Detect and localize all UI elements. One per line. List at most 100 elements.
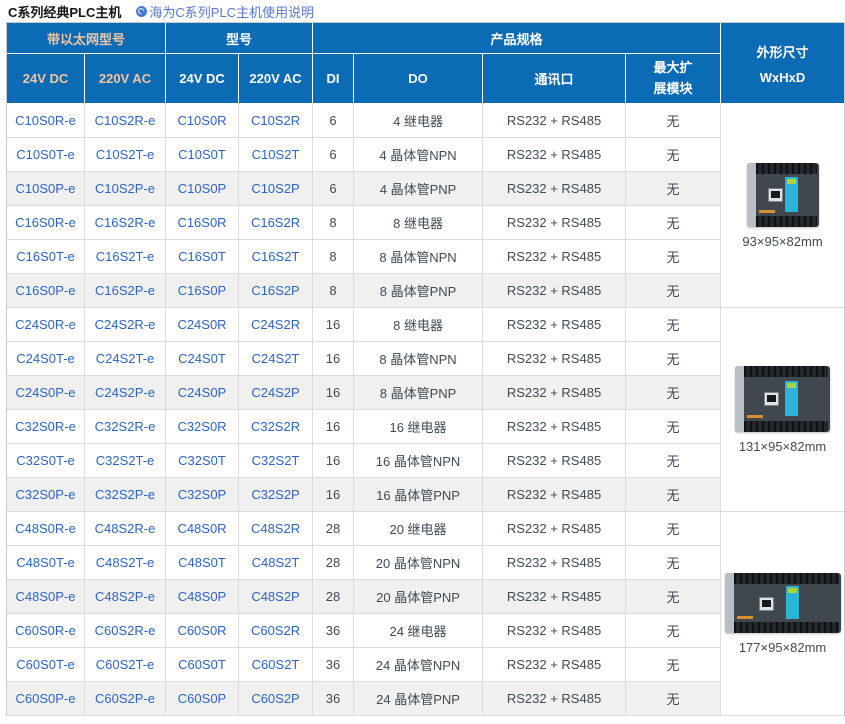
eth-220vac-model-cell: C16S2P-e [85, 274, 166, 308]
model-link[interactable]: C48S2P-e [95, 589, 155, 604]
model-link[interactable]: C60S2T [252, 657, 300, 672]
table-row: C10S0T-eC10S2T-eC10S0TC10S2T64 晶体管NPNRS2… [7, 138, 844, 172]
model-link[interactable]: C10S2R [251, 113, 300, 128]
model-link[interactable]: C16S2T [252, 249, 300, 264]
model-link[interactable]: C48S0T [178, 555, 226, 570]
model-link[interactable]: C24S0T [178, 351, 226, 366]
model-link[interactable]: C32S2T [252, 453, 300, 468]
model-link[interactable]: C24S2T [252, 351, 300, 366]
eth-24vdc-model-cell: C32S0T-e [7, 444, 85, 478]
model-link[interactable]: C24S0R-e [15, 317, 76, 332]
eth-220vac-model-cell: C32S2T-e [85, 444, 166, 478]
model-link[interactable]: C10S2P [251, 181, 299, 196]
model-link[interactable]: C60S0P [178, 691, 226, 706]
model-link[interactable]: C16S0R-e [15, 215, 76, 230]
model-link[interactable]: C60S0R-e [15, 623, 76, 638]
model-link[interactable]: C16S2R-e [95, 215, 156, 230]
model-link[interactable]: C10S2P-e [95, 181, 155, 196]
model-link[interactable]: C32S0P [178, 487, 226, 502]
model-link[interactable]: C32S2R [251, 419, 300, 434]
model-link[interactable]: C10S2T [252, 147, 300, 162]
model-link[interactable]: C60S2T-e [96, 657, 155, 672]
model-link[interactable]: C60S0P-e [16, 691, 76, 706]
doc-link[interactable]: 海为C系列PLC主机使用说明 [136, 2, 314, 21]
comm-port-cell: RS232 + RS485 [483, 240, 626, 274]
eth-220vac-model-cell: C32S2R-e [85, 410, 166, 444]
comm-port-cell: RS232 + RS485 [483, 580, 626, 614]
model-link[interactable]: C32S0R [177, 419, 226, 434]
do-type-cell: 8 晶体管PNP [354, 376, 483, 410]
max-expansion-cell: 无 [626, 682, 721, 716]
di-count-cell: 16 [313, 444, 354, 478]
model-link[interactable]: C32S0P-e [16, 487, 76, 502]
model-24vdc-cell: C60S0P [166, 682, 239, 716]
model-link[interactable]: C10S0R-e [15, 113, 76, 128]
model-24vdc-cell: C48S0R [166, 512, 239, 546]
model-link[interactable]: C32S0T [178, 453, 226, 468]
model-24vdc-cell: C16S0T [166, 240, 239, 274]
model-link[interactable]: C24S2R-e [95, 317, 156, 332]
model-link[interactable]: C60S2R-e [95, 623, 156, 638]
model-link[interactable]: C32S2R-e [95, 419, 156, 434]
model-link[interactable]: C60S0T-e [16, 657, 75, 672]
eth-220vac-model-cell: C24S2P-e [85, 376, 166, 410]
model-link[interactable]: C10S0P [178, 181, 226, 196]
model-link[interactable]: C24S2R [251, 317, 300, 332]
model-link[interactable]: C48S2R [251, 521, 300, 536]
model-link[interactable]: C48S0P-e [16, 589, 76, 604]
max-expansion-cell: 无 [626, 614, 721, 648]
model-link[interactable]: C48S2T [252, 555, 300, 570]
model-link[interactable]: C16S0T-e [16, 249, 75, 264]
eth-220vac-model-cell: C60S2R-e [85, 614, 166, 648]
model-link[interactable]: C16S0T [178, 249, 226, 264]
model-link[interactable]: C60S0R [177, 623, 226, 638]
model-link[interactable]: C10S2T-e [96, 147, 155, 162]
eth-220vac-model-cell: C48S2R-e [85, 512, 166, 546]
model-link[interactable]: C10S2R-e [95, 113, 156, 128]
model-link[interactable]: C16S0P [178, 283, 226, 298]
model-link[interactable]: C24S0R [177, 317, 226, 332]
model-link[interactable]: C60S0T [178, 657, 226, 672]
model-link[interactable]: C48S0P [178, 589, 226, 604]
model-link[interactable]: C16S0P-e [16, 283, 76, 298]
model-link[interactable]: C16S2P [251, 283, 299, 298]
model-link[interactable]: C16S2R [251, 215, 300, 230]
model-link[interactable]: C10S0T-e [16, 147, 75, 162]
model-link[interactable]: C48S0T-e [16, 555, 75, 570]
model-link[interactable]: C32S2P-e [95, 487, 155, 502]
model-link[interactable]: C24S0P-e [16, 385, 76, 400]
model-link[interactable]: C24S2T-e [96, 351, 155, 366]
model-link[interactable]: C24S2P-e [95, 385, 155, 400]
model-link[interactable]: C60S2R [251, 623, 300, 638]
model-link[interactable]: C10S0T [178, 147, 226, 162]
model-link[interactable]: C48S0R [177, 521, 226, 536]
model-link[interactable]: C16S0R [177, 215, 226, 230]
max-expansion-cell: 无 [626, 172, 721, 206]
model-link[interactable]: C24S0T-e [16, 351, 75, 366]
model-220vac-cell: C32S2R [239, 410, 313, 444]
model-link[interactable]: C10S0R [177, 113, 226, 128]
model-link[interactable]: C10S0P-e [16, 181, 76, 196]
eth-24vdc-model-cell: C16S0P-e [7, 274, 85, 308]
eth-24vdc-model-cell: C16S0R-e [7, 206, 85, 240]
eth-24vdc-model-cell: C10S0R-e [7, 104, 85, 138]
model-link[interactable]: C48S2T-e [96, 555, 155, 570]
model-link[interactable]: C48S0R-e [15, 521, 76, 536]
model-link[interactable]: C32S2P [251, 487, 299, 502]
model-link[interactable]: C24S2P [251, 385, 299, 400]
model-link[interactable]: C16S2T-e [96, 249, 155, 264]
model-link[interactable]: C60S2P [251, 691, 299, 706]
model-link[interactable]: C48S2R-e [95, 521, 156, 536]
di-count-cell: 16 [313, 342, 354, 376]
model-link[interactable]: C60S2P-e [95, 691, 155, 706]
max-expansion-cell: 无 [626, 104, 721, 138]
model-link[interactable]: C24S0P [178, 385, 226, 400]
model-link[interactable]: C16S2P-e [95, 283, 155, 298]
model-link[interactable]: C48S2P [251, 589, 299, 604]
model-link[interactable]: C32S2T-e [96, 453, 155, 468]
model-link[interactable]: C32S0R-e [15, 419, 76, 434]
eth-24vdc-model-cell: C24S0R-e [7, 308, 85, 342]
model-link[interactable]: C32S0T-e [16, 453, 75, 468]
ethernet-port-icon [759, 597, 774, 611]
ethernet-port-icon [768, 188, 783, 202]
